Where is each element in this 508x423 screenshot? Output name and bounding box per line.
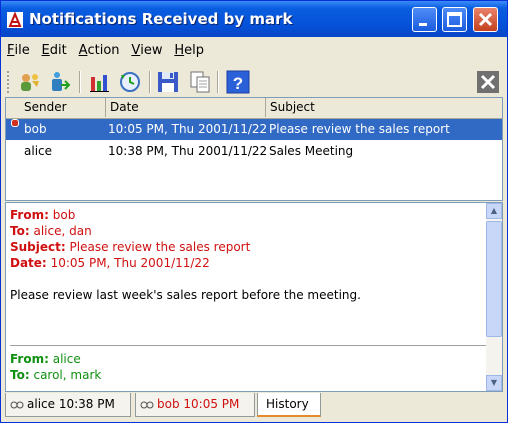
- message-to: To: carol, mark: [10, 368, 102, 382]
- maximize-button[interactable]: [442, 7, 467, 32]
- chain-icon: [140, 401, 154, 408]
- scroll-thumb[interactable]: [486, 221, 502, 337]
- column-sender[interactable]: Sender: [6, 98, 106, 117]
- row-sender: alice: [24, 144, 53, 158]
- copy-icon[interactable]: [187, 69, 213, 95]
- message-date: Date: 10:05 PM, Thu 2001/11/22: [10, 256, 210, 270]
- window-title: Notifications Received by mark: [29, 10, 293, 28]
- close-button[interactable]: [473, 7, 498, 32]
- tab-label: History: [266, 397, 309, 411]
- row-sender: bob: [24, 122, 47, 136]
- list-header: Sender Date Subject: [6, 98, 502, 119]
- row-subject: Please review the sales report: [269, 122, 450, 136]
- toolbar-separator: [79, 71, 81, 93]
- unread-icon: [11, 119, 19, 127]
- list-item[interactable]: bob 10:05 PM, Thu 2001/11/22 Please revi…: [6, 119, 502, 140]
- message-pane[interactable]: From: bob To: alice, dan Subject: Please…: [5, 202, 503, 392]
- message-subject: Subject: Please review the sales report: [10, 240, 251, 254]
- app-icon: [7, 12, 23, 28]
- row-date: 10:38 PM, Thu 2001/11/22: [108, 144, 268, 158]
- bar-chart-icon[interactable]: [87, 69, 113, 95]
- menu-help[interactable]: Help: [170, 41, 208, 60]
- svg-text:?: ?: [233, 74, 243, 93]
- toolbar-separator: [217, 71, 219, 93]
- notifications-window: Notifications Received by mark File Edit…: [0, 0, 508, 423]
- close-icon: [478, 12, 493, 27]
- toolbar: ?: [3, 65, 505, 97]
- tab-label: alice 10:38 PM: [27, 397, 115, 411]
- column-date[interactable]: Date: [106, 98, 266, 117]
- forward-icon[interactable]: [47, 69, 73, 95]
- help-icon[interactable]: ?: [225, 69, 251, 95]
- tab-alice[interactable]: alice 10:38 PM: [5, 393, 131, 417]
- message-to: To: alice, dan: [10, 224, 92, 238]
- menu-view[interactable]: View: [127, 41, 166, 60]
- maximize-icon: [447, 12, 462, 27]
- message-divider: [10, 345, 488, 346]
- save-icon[interactable]: [155, 69, 181, 95]
- message-from: From: alice: [10, 352, 81, 366]
- minimize-button[interactable]: [412, 7, 437, 32]
- menu-action[interactable]: Action: [75, 41, 124, 60]
- column-subject[interactable]: Subject: [266, 98, 502, 117]
- toolbar-separator: [149, 71, 151, 93]
- close-pane-icon[interactable]: [475, 69, 501, 95]
- scroll-up-button[interactable]: ▲: [486, 203, 502, 219]
- menu-file[interactable]: File: [3, 41, 34, 60]
- toolbar-grip[interactable]: [7, 71, 12, 93]
- menu-bar: File Edit Action View Help: [3, 41, 208, 61]
- scroll-down-button[interactable]: ▼: [486, 375, 502, 391]
- row-subject: Sales Meeting: [269, 144, 354, 158]
- users-icon[interactable]: [17, 69, 43, 95]
- list-item[interactable]: alice 10:38 PM, Thu 2001/11/22 Sales Mee…: [6, 141, 502, 162]
- tab-history[interactable]: History: [257, 393, 321, 417]
- refresh-clock-icon[interactable]: [117, 69, 143, 95]
- chain-icon: [10, 401, 24, 408]
- message-body: Please review last week's sales report b…: [10, 288, 361, 302]
- notification-list: Sender Date Subject bob 10:05 PM, Thu 20…: [5, 97, 503, 201]
- message-content: From: bob To: alice, dan Subject: Please…: [10, 207, 488, 383]
- tab-bob[interactable]: bob 10:05 PM: [135, 393, 255, 417]
- title-bar[interactable]: Notifications Received by mark: [1, 1, 507, 37]
- tab-label: bob 10:05 PM: [157, 397, 240, 411]
- message-from: From: bob: [10, 208, 76, 222]
- minimize-icon: [419, 23, 427, 26]
- menu-edit[interactable]: Edit: [38, 41, 71, 60]
- row-date: 10:05 PM, Thu 2001/11/22: [108, 122, 268, 136]
- vertical-scrollbar[interactable]: ▲ ▼: [486, 203, 502, 391]
